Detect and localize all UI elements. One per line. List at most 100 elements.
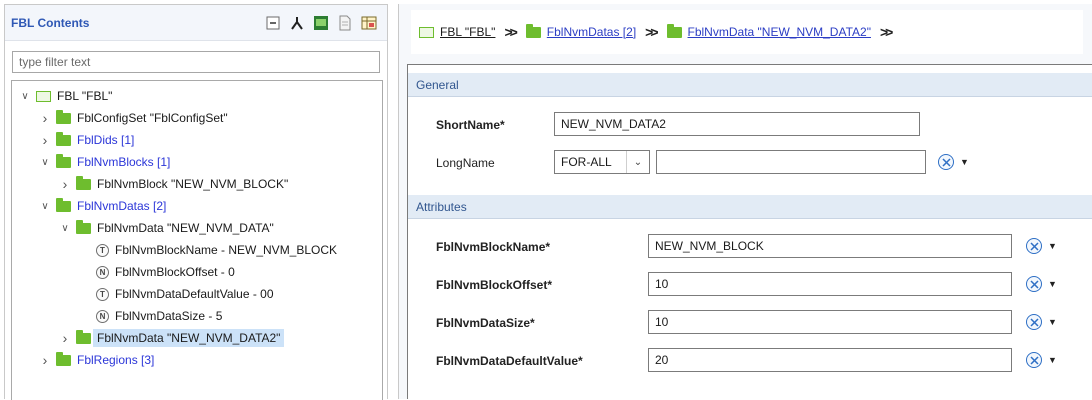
- folder-icon: [56, 131, 71, 146]
- longname-field[interactable]: [656, 150, 926, 174]
- attribute-value: 10: [655, 315, 669, 329]
- tree-item-label: FblConfigSet "FblConfigSet": [77, 111, 228, 125]
- module-filter-icon[interactable]: [313, 15, 329, 31]
- caret-down-icon: ▼: [1048, 317, 1057, 327]
- chevron-down-icon[interactable]: ∨: [40, 201, 50, 212]
- section-title: General: [416, 77, 459, 92]
- attribute-options-button[interactable]: ▼: [1026, 314, 1057, 330]
- chevron-right-icon[interactable]: ›: [40, 110, 50, 126]
- attribute-label: FblNvmBlockName*: [436, 240, 551, 254]
- tree-item[interactable]: › FblConfigSet "FblConfigSet": [40, 107, 228, 129]
- document-icon[interactable]: [337, 15, 353, 31]
- shortname-label: ShortName*: [436, 118, 505, 132]
- attribute-field[interactable]: 20: [648, 348, 1012, 372]
- tree-item[interactable]: › FblRegions [3]: [40, 349, 154, 371]
- panel-title: FBL Contents: [11, 15, 90, 30]
- folder-icon: [666, 23, 682, 38]
- tree-item[interactable]: ∨ FBL "FBL": [20, 85, 112, 107]
- module-icon: [419, 26, 434, 38]
- tree-item[interactable]: › FblNvmData "NEW_NVM_DATA2": [60, 327, 285, 349]
- attribute-field[interactable]: 10: [648, 272, 1012, 296]
- options-icon: [1026, 352, 1042, 368]
- attribute-options-button[interactable]: ▼: [1026, 238, 1057, 254]
- breadcrumb-separator-icon: >>: [645, 24, 658, 40]
- chevron-right-icon[interactable]: ›: [60, 176, 70, 192]
- breadcrumb-item-fblnvmdata[interactable]: FblNvmData "NEW_NVM_DATA2": [666, 23, 871, 39]
- tree-item[interactable]: ∨ FblNvmDatas [2]: [40, 195, 166, 217]
- tree-item-label: FblNvmDataDefaultValue - 00: [115, 287, 274, 301]
- chevron-placeholder: [80, 245, 90, 255]
- folder-icon: [525, 23, 541, 38]
- module-icon: [36, 90, 51, 102]
- language-select-value: FOR-ALL: [561, 155, 612, 169]
- options-icon: [1026, 314, 1042, 330]
- folder-icon: [76, 175, 91, 190]
- breadcrumb-label: FblNvmData "NEW_NVM_DATA2": [687, 25, 871, 39]
- attributes-section-header[interactable]: Attributes: [408, 195, 1092, 219]
- breadcrumb-separator-icon: >>: [504, 24, 517, 40]
- breadcrumb-item-fblnvmdatas[interactable]: FblNvmDatas [2]: [525, 23, 637, 39]
- chevron-down-icon[interactable]: ∨: [60, 223, 70, 234]
- options-icon: [1026, 238, 1042, 254]
- tree-item[interactable]: N FblNvmDataSize - 5: [80, 305, 222, 327]
- breadcrumb-label: FblNvmDatas [2]: [546, 25, 637, 39]
- attribute-field[interactable]: NEW_NVM_BLOCK: [648, 234, 1012, 258]
- filter-input[interactable]: [12, 51, 380, 73]
- caret-down-icon: ▼: [1048, 355, 1057, 365]
- shortname-field[interactable]: NEW_NVM_DATA2: [554, 112, 920, 136]
- chevron-right-icon[interactable]: ›: [40, 352, 50, 368]
- folder-icon: [56, 153, 71, 168]
- folder-icon: [76, 219, 91, 234]
- breadcrumb-more-icon[interactable]: >>: [880, 24, 893, 40]
- tree-item-label: FblRegions [3]: [77, 353, 155, 367]
- tree-item[interactable]: ∨ FblNvmBlocks [1]: [40, 151, 170, 173]
- chevron-placeholder: [80, 311, 90, 321]
- attribute-value: 20: [655, 353, 669, 367]
- tree-item[interactable]: N FblNvmBlockOffset - 0: [80, 261, 235, 283]
- attribute-value: 10: [655, 277, 669, 291]
- folder-icon: [56, 351, 71, 366]
- outline-panel: FBL Contents ∨ FBL "FBL" › FblConfigSet "Fb…: [4, 4, 388, 400]
- options-icon: [938, 154, 954, 170]
- attribute-label: FblNvmDataSize*: [436, 316, 535, 330]
- folder-icon: [56, 197, 71, 212]
- text-param-icon: T: [96, 287, 109, 301]
- tree-item[interactable]: T FblNvmDataDefaultValue - 00: [80, 283, 274, 305]
- caret-down-icon: ▼: [1048, 241, 1057, 251]
- options-icon: [1026, 276, 1042, 292]
- chevron-down-icon[interactable]: ∨: [40, 157, 50, 168]
- table-view-icon[interactable]: [361, 15, 377, 31]
- shortname-value: NEW_NVM_DATA2: [561, 117, 666, 131]
- attribute-options-button[interactable]: ▼: [1026, 352, 1057, 368]
- tree-item[interactable]: › FblDids [1]: [40, 129, 134, 151]
- breadcrumb-item-fbl[interactable]: FBL "FBL": [411, 25, 495, 39]
- tree-item-label: FblNvmBlockOffset - 0: [115, 265, 235, 279]
- attribute-value: NEW_NVM_BLOCK: [655, 239, 764, 253]
- tree-item[interactable]: ∨ FblNvmData "NEW_NVM_DATA": [60, 217, 274, 239]
- collapse-all-icon[interactable]: [265, 15, 281, 31]
- longname-options-button[interactable]: ▼: [938, 154, 969, 170]
- chevron-down-icon[interactable]: ∨: [20, 91, 30, 102]
- tree-item[interactable]: T FblNvmBlockName - NEW_NVM_BLOCK: [80, 239, 337, 261]
- breadcrumb-label: FBL "FBL": [440, 25, 496, 39]
- folder-icon: [56, 109, 71, 124]
- chevron-down-icon: ⌄: [626, 151, 649, 173]
- chevron-placeholder: [80, 267, 90, 277]
- general-section-header[interactable]: General: [408, 73, 1092, 97]
- number-param-icon: N: [96, 309, 109, 323]
- tree-item-label: FblNvmBlock "NEW_NVM_BLOCK": [97, 177, 289, 191]
- caret-down-icon: ▼: [1048, 279, 1057, 289]
- text-param-icon: T: [96, 243, 109, 257]
- attribute-field[interactable]: 10: [648, 310, 1012, 334]
- language-select[interactable]: FOR-ALL ⌄: [554, 150, 650, 174]
- attribute-options-button[interactable]: ▼: [1026, 276, 1057, 292]
- tree-item-label: FblNvmData "NEW_NVM_DATA2": [93, 329, 285, 347]
- link-with-editor-icon[interactable]: [289, 15, 305, 31]
- section-title: Attributes: [416, 199, 467, 214]
- chevron-right-icon[interactable]: ›: [60, 330, 70, 346]
- tree-item-label: FblNvmDataSize - 5: [115, 309, 223, 323]
- tree-item-label: FblNvmDatas [2]: [77, 199, 167, 213]
- folder-icon: [76, 329, 91, 344]
- tree-item[interactable]: › FblNvmBlock "NEW_NVM_BLOCK": [60, 173, 288, 195]
- chevron-right-icon[interactable]: ›: [40, 132, 50, 148]
